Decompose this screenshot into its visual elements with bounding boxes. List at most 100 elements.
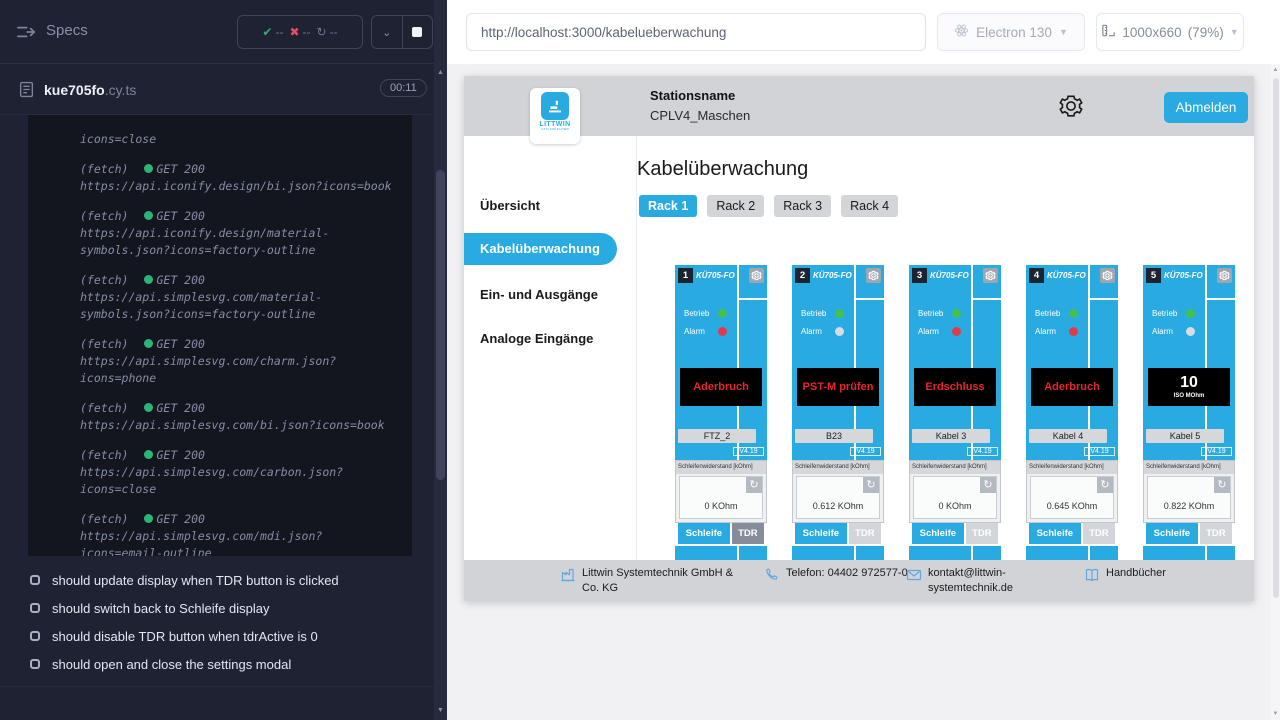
log-entry[interactable]: (fetch)GET 200https://api.iconify.design… (80, 208, 400, 259)
tdr-button[interactable]: TDR (966, 523, 998, 544)
test-item[interactable]: should disable TDR button when tdrActive… (0, 622, 420, 650)
device-model: KÜ705-FO (696, 271, 735, 280)
browser-select[interactable]: Electron 130 ▼ (937, 13, 1085, 51)
tab-rack-2[interactable]: Rack 2 (707, 195, 764, 217)
tdr-button[interactable]: TDR (732, 523, 764, 544)
stat-check[interactable]: ✔-- (262, 25, 283, 39)
cable-name-label: Kabel 4 (1029, 429, 1107, 443)
viewport-selector[interactable]: 1000x660 (79%) ▼ (1096, 13, 1244, 51)
schleife-button[interactable]: Schleife (1146, 523, 1198, 544)
schleife-button[interactable]: Schleife (795, 523, 847, 544)
pending-checkbox-icon (30, 603, 40, 613)
schleife-button[interactable]: Schleife (678, 523, 730, 544)
test-item[interactable]: should open and close the settings modal (0, 650, 420, 678)
sidebar-item-4[interactable]: Analoge Eingänge (480, 331, 593, 346)
stat-running[interactable]: ↻-- (317, 25, 338, 39)
measurement-label: Schleifenwiderstand [kOhm] (1144, 461, 1234, 474)
status-dot-icon (144, 450, 153, 459)
refresh-icon[interactable]: ↻ (1214, 477, 1230, 493)
cable-name-label: Kabel 5 (1146, 429, 1224, 443)
device-card-5: 5KÜ705-FOBetriebAlarm10ISO MOhmKabel 5V4… (1143, 265, 1235, 575)
device-settings-gear-icon[interactable] (1100, 268, 1115, 283)
device-card-4: 4KÜ705-FOBetriebAlarmAderbruchKabel 4V4.… (1026, 265, 1118, 575)
log-entry[interactable]: (fetch)GET 200https://api.iconify.design… (80, 161, 400, 195)
log-entry[interactable]: (fetch)GET 200https://api.simplesvg.com/… (80, 272, 400, 323)
device-settings-gear-icon[interactable] (749, 268, 764, 283)
log-entry[interactable]: (fetch)GET 200https://api.simplesvg.com/… (80, 447, 400, 498)
status-dot-icon (144, 339, 153, 348)
refresh-icon[interactable]: ↻ (746, 477, 762, 493)
footer-text: kontakt@littwin-systemtechnik.de (928, 566, 1038, 596)
device-status-display: Aderbruch (680, 368, 762, 406)
measurement-value: 0 KOhm (680, 501, 762, 511)
sidebar-item-3[interactable]: Ein- und Ausgänge (480, 287, 598, 302)
page-scrollbar[interactable]: ▲ ▼ (1271, 64, 1280, 720)
device-status-display: Aderbruch (1031, 368, 1113, 406)
device-settings-gear-icon[interactable] (866, 268, 881, 283)
log-entry[interactable]: (fetch)GET 200https://api.simplesvg.com/… (80, 511, 400, 556)
scroll-down-icon[interactable]: ▼ (434, 704, 447, 718)
tdr-button[interactable]: TDR (1200, 523, 1232, 544)
method-status: GET 200 (156, 273, 204, 287)
request-url: https://api.simplesvg.com/charm.json?ico… (80, 353, 400, 387)
tdr-button[interactable]: TDR (1083, 523, 1115, 544)
status-text: Aderbruch (693, 381, 749, 393)
measurement-value: 0.822 KOhm (1148, 501, 1230, 511)
schleife-button[interactable]: Schleife (912, 523, 964, 544)
test-title: should open and close the settings modal (52, 657, 291, 672)
refresh-icon[interactable]: ↻ (1097, 477, 1113, 493)
spec-file-name: kue705fo.cy.ts (44, 82, 136, 98)
betrieb-led-icon (718, 309, 727, 318)
scroll-down-icon[interactable]: ▼ (1271, 708, 1280, 720)
tdr-button[interactable]: TDR (849, 523, 881, 544)
device-number-badge: 3 (912, 268, 927, 283)
scroll-up-icon[interactable]: ▲ (434, 66, 447, 80)
test-item[interactable]: should switch back to Schleife display (0, 594, 420, 622)
tab-rack-1[interactable]: Rack 1 (639, 195, 697, 217)
log-entry[interactable]: (fetch)GET 200https://api.simplesvg.com/… (80, 336, 400, 387)
tab-rack-4[interactable]: Rack 4 (841, 195, 898, 217)
refresh-icon[interactable]: ↻ (863, 477, 879, 493)
sidebar-item-1[interactable]: Übersicht (480, 198, 540, 213)
app-header: Stationsname CPLV4_Maschen Abmelden (464, 76, 1254, 136)
device-settings-gear-icon[interactable] (1217, 268, 1232, 283)
measurement-section: Schleifenwiderstand [kOhm]↻0 KOhm (909, 460, 1001, 523)
schleife-button[interactable]: Schleife (1029, 523, 1081, 544)
betrieb-led-icon (1186, 309, 1195, 318)
settings-gear-icon[interactable] (1058, 93, 1084, 119)
scroll-up-icon[interactable]: ▲ (1271, 64, 1280, 76)
measurement-display: ↻0.612 KOhm (796, 476, 880, 519)
stat-x[interactable]: ✖-- (289, 25, 310, 39)
url-input[interactable] (466, 13, 926, 51)
logout-button[interactable]: Abmelden (1164, 92, 1248, 123)
runner-scrollbar-thumb[interactable] (436, 170, 445, 480)
log-entry[interactable]: (fetch)GET 200https://api.simplesvg.com/… (80, 400, 400, 434)
page-scrollbar-thumb[interactable] (1273, 78, 1279, 598)
device-number-badge: 1 (678, 268, 693, 283)
runner-scrollbar[interactable]: ▲ ▼ (434, 0, 447, 720)
collapse-chevron-button[interactable]: ⌄ (372, 16, 402, 48)
status-text: Aderbruch (1044, 381, 1100, 393)
specs-list-toggle-icon[interactable] (16, 22, 36, 42)
device-settings-gear-icon[interactable] (983, 268, 998, 283)
betrieb-led-icon (952, 309, 961, 318)
status-dot-icon (144, 211, 153, 220)
refresh-icon[interactable]: ↻ (980, 477, 996, 493)
request-url: https://api.simplesvg.com/bi.json?icons=… (80, 417, 400, 434)
runner-controls: ⌄ (371, 15, 433, 49)
test-item[interactable]: should update display when TDR button is… (0, 566, 420, 594)
firmware-version: V4.19 (1084, 447, 1115, 456)
method-status: GET 200 (156, 448, 204, 462)
stop-button[interactable] (402, 16, 433, 48)
device-card-top: 5KÜ705-FOBetriebAlarm10ISO MOhmKabel 5V4… (1143, 265, 1235, 460)
footer-item[interactable]: Handbücher (1084, 566, 1226, 583)
sidebar-item-2[interactable]: Kabelüberwachung (464, 233, 617, 265)
log-entry[interactable]: icons=close (80, 131, 400, 148)
device-card-3: 3KÜ705-FOBetriebAlarmErdschlussKabel 3V4… (909, 265, 1001, 575)
spec-file-row[interactable]: kue705fo.cy.ts 00:11 (0, 65, 434, 115)
device-number-badge: 5 (1146, 268, 1161, 283)
tab-rack-3[interactable]: Rack 3 (774, 195, 831, 217)
tests-divider (0, 686, 434, 687)
station-name: CPLV4_Maschen (650, 108, 750, 123)
log-entry-head: (fetch)GET 200 (80, 400, 400, 417)
